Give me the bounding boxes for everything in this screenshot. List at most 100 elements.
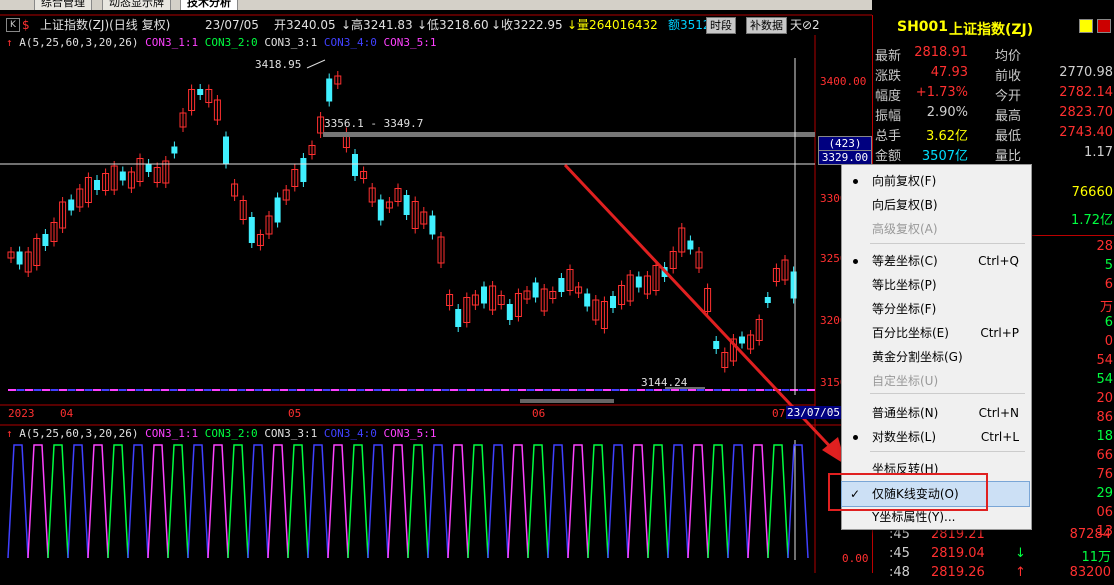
tick-volume: 54 — [1096, 353, 1113, 368]
quote-label: 最新 — [875, 49, 902, 64]
menu-item[interactable]: 等差坐标(C) Ctrl+Q — [842, 249, 1031, 273]
candle — [532, 282, 539, 298]
tick-volume: 54 — [1096, 372, 1113, 387]
candle — [481, 286, 487, 304]
x-label-05: 05 — [288, 407, 302, 420]
quote-value: 3507亿 — [921, 149, 968, 164]
sub-con3-3-label: CON3_3:1 — [264, 427, 318, 440]
tick-volume: 万 — [1099, 300, 1113, 315]
candle — [506, 304, 513, 320]
quote-row: 涨跌 47.93 前收 2770.98 — [873, 65, 1114, 85]
sub-indicator-line — [207, 444, 229, 559]
tick-volume: 66 — [1096, 448, 1113, 463]
x-cursor-date: 23/07/05 — [786, 406, 841, 419]
menu-item[interactable]: 向后复权(B) — [842, 193, 1031, 217]
candle — [274, 197, 281, 223]
candle — [145, 164, 152, 172]
menu-item[interactable]: 对数坐标(L) Ctrl+L — [842, 425, 1031, 449]
candle — [171, 146, 178, 154]
sub-indicator-line — [7, 444, 29, 559]
sub-indicator-line — [727, 444, 749, 559]
menu-item[interactable]: 向前复权(F) — [842, 169, 1031, 193]
sub-indicator-line — [707, 444, 729, 559]
quote-value: 1.17 — [1084, 145, 1113, 160]
quote-panel-header: SH001 上证指数(ZJ) — [873, 15, 1114, 39]
x-label-2023: 2023 — [8, 407, 35, 420]
menu-item[interactable]: 黄金分割坐标(G) — [842, 345, 1031, 369]
tick-price: 2819.04 — [931, 546, 985, 561]
candlestick-chart[interactable] — [0, 0, 872, 573]
menu-item[interactable]: 自定坐标(U) — [842, 369, 1031, 393]
candle — [739, 336, 745, 344]
menu-item-label: 对数坐标(L) — [872, 430, 937, 444]
menu-item-label: 高级复权(A) — [872, 222, 938, 236]
menu-separator — [870, 393, 1025, 394]
stock-code: SH001 — [897, 19, 949, 35]
sub-indicator-line — [667, 444, 689, 559]
range-label: 3356.1 - 3349.7 — [324, 117, 424, 130]
menu-item-label: 等差坐标(C) — [872, 254, 938, 268]
highlight-box — [828, 473, 988, 511]
sub-indicator-line — [487, 444, 509, 559]
tick-volume: 6 — [1104, 277, 1113, 292]
menu-item[interactable]: 百分比坐标(E) Ctrl+P — [842, 321, 1031, 345]
candle — [119, 171, 126, 181]
sub-con3-1-label: CON3_1:1 — [145, 427, 199, 440]
detail-icon[interactable] — [1097, 19, 1111, 33]
tick-volume: 5 — [1104, 258, 1113, 273]
menu-item[interactable]: 高级复权(A) — [842, 217, 1031, 241]
candle — [248, 217, 255, 243]
menu-item-label: 百分比坐标(E) — [872, 326, 949, 340]
quote-label: 最低 — [995, 129, 1022, 144]
quote-label: 量比 — [995, 149, 1022, 164]
sub-indicator-line — [67, 444, 89, 559]
candle — [403, 195, 410, 215]
quote-value: 2743.40 — [1059, 125, 1113, 140]
sub-indicator-line — [607, 444, 629, 559]
candle — [687, 240, 694, 250]
info-icon[interactable] — [1079, 19, 1093, 33]
tick-volume: 6 — [1104, 315, 1113, 330]
menu-item[interactable]: 普通坐标(N) Ctrl+N — [842, 401, 1031, 425]
menu-item[interactable]: 等分坐标(F) — [842, 297, 1031, 321]
candle — [94, 180, 100, 190]
x-label-07: 07 — [772, 407, 786, 420]
sub-indicator-line — [547, 444, 569, 559]
tick-vol: 11万 — [1081, 550, 1111, 565]
quote-label: 今开 — [995, 89, 1022, 104]
sub-y-tick: 0.00 — [842, 552, 869, 565]
low-point-label: 3144.24 — [641, 376, 688, 389]
quote-row: 振幅 2.90% 最高 2823.70 — [873, 105, 1114, 125]
candle — [764, 297, 771, 303]
stock-name: 上证指数(ZJ) — [949, 22, 1034, 38]
menu-shortcut: Ctrl+Q — [978, 254, 1019, 268]
menu-item-label: 等分坐标(F) — [872, 302, 937, 316]
sub-indicator-line — [467, 444, 489, 559]
candle — [300, 158, 307, 182]
sub-indicator-line — [587, 444, 609, 559]
sub-indicator-line — [47, 444, 69, 559]
x-label-04: 04 — [60, 407, 74, 420]
quote-value: 2.90% — [926, 105, 968, 120]
candle — [16, 251, 23, 265]
menu-shortcut: Ctrl+P — [980, 326, 1019, 340]
tick-volume: 06 — [1096, 505, 1113, 520]
sub-indicator-line — [367, 444, 389, 559]
tick-volume: 86 — [1096, 410, 1113, 425]
tick-volume: 18 — [1096, 429, 1113, 444]
x-label-06: 06 — [532, 407, 546, 420]
sub-indicator-line — [187, 444, 209, 559]
sub-indicator-line — [327, 444, 349, 559]
quote-label: 最高 — [995, 109, 1022, 124]
quote-label: 总手 — [875, 129, 902, 144]
radio-bullet-icon — [853, 435, 858, 440]
menu-item-label: 黄金分割坐标(G) — [872, 350, 963, 364]
radio-bullet-icon — [853, 259, 858, 264]
sub-indicator-params: A(5,25,60,3,20,26) — [19, 427, 139, 440]
menu-item[interactable]: 等比坐标(P) — [842, 273, 1031, 297]
sub-indicator-line — [527, 444, 549, 559]
sub-indicator-line — [767, 444, 789, 559]
sub-indicator-line — [447, 444, 469, 559]
sub-indicator-line — [647, 444, 669, 559]
quote-value: 3.62亿 — [926, 129, 968, 144]
